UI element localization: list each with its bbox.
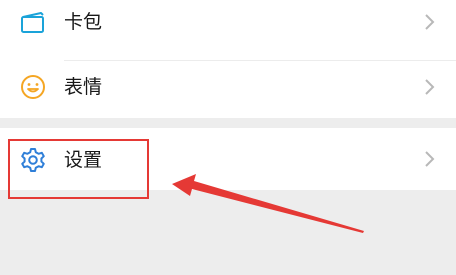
arrow-annotation-icon: [172, 174, 364, 233]
